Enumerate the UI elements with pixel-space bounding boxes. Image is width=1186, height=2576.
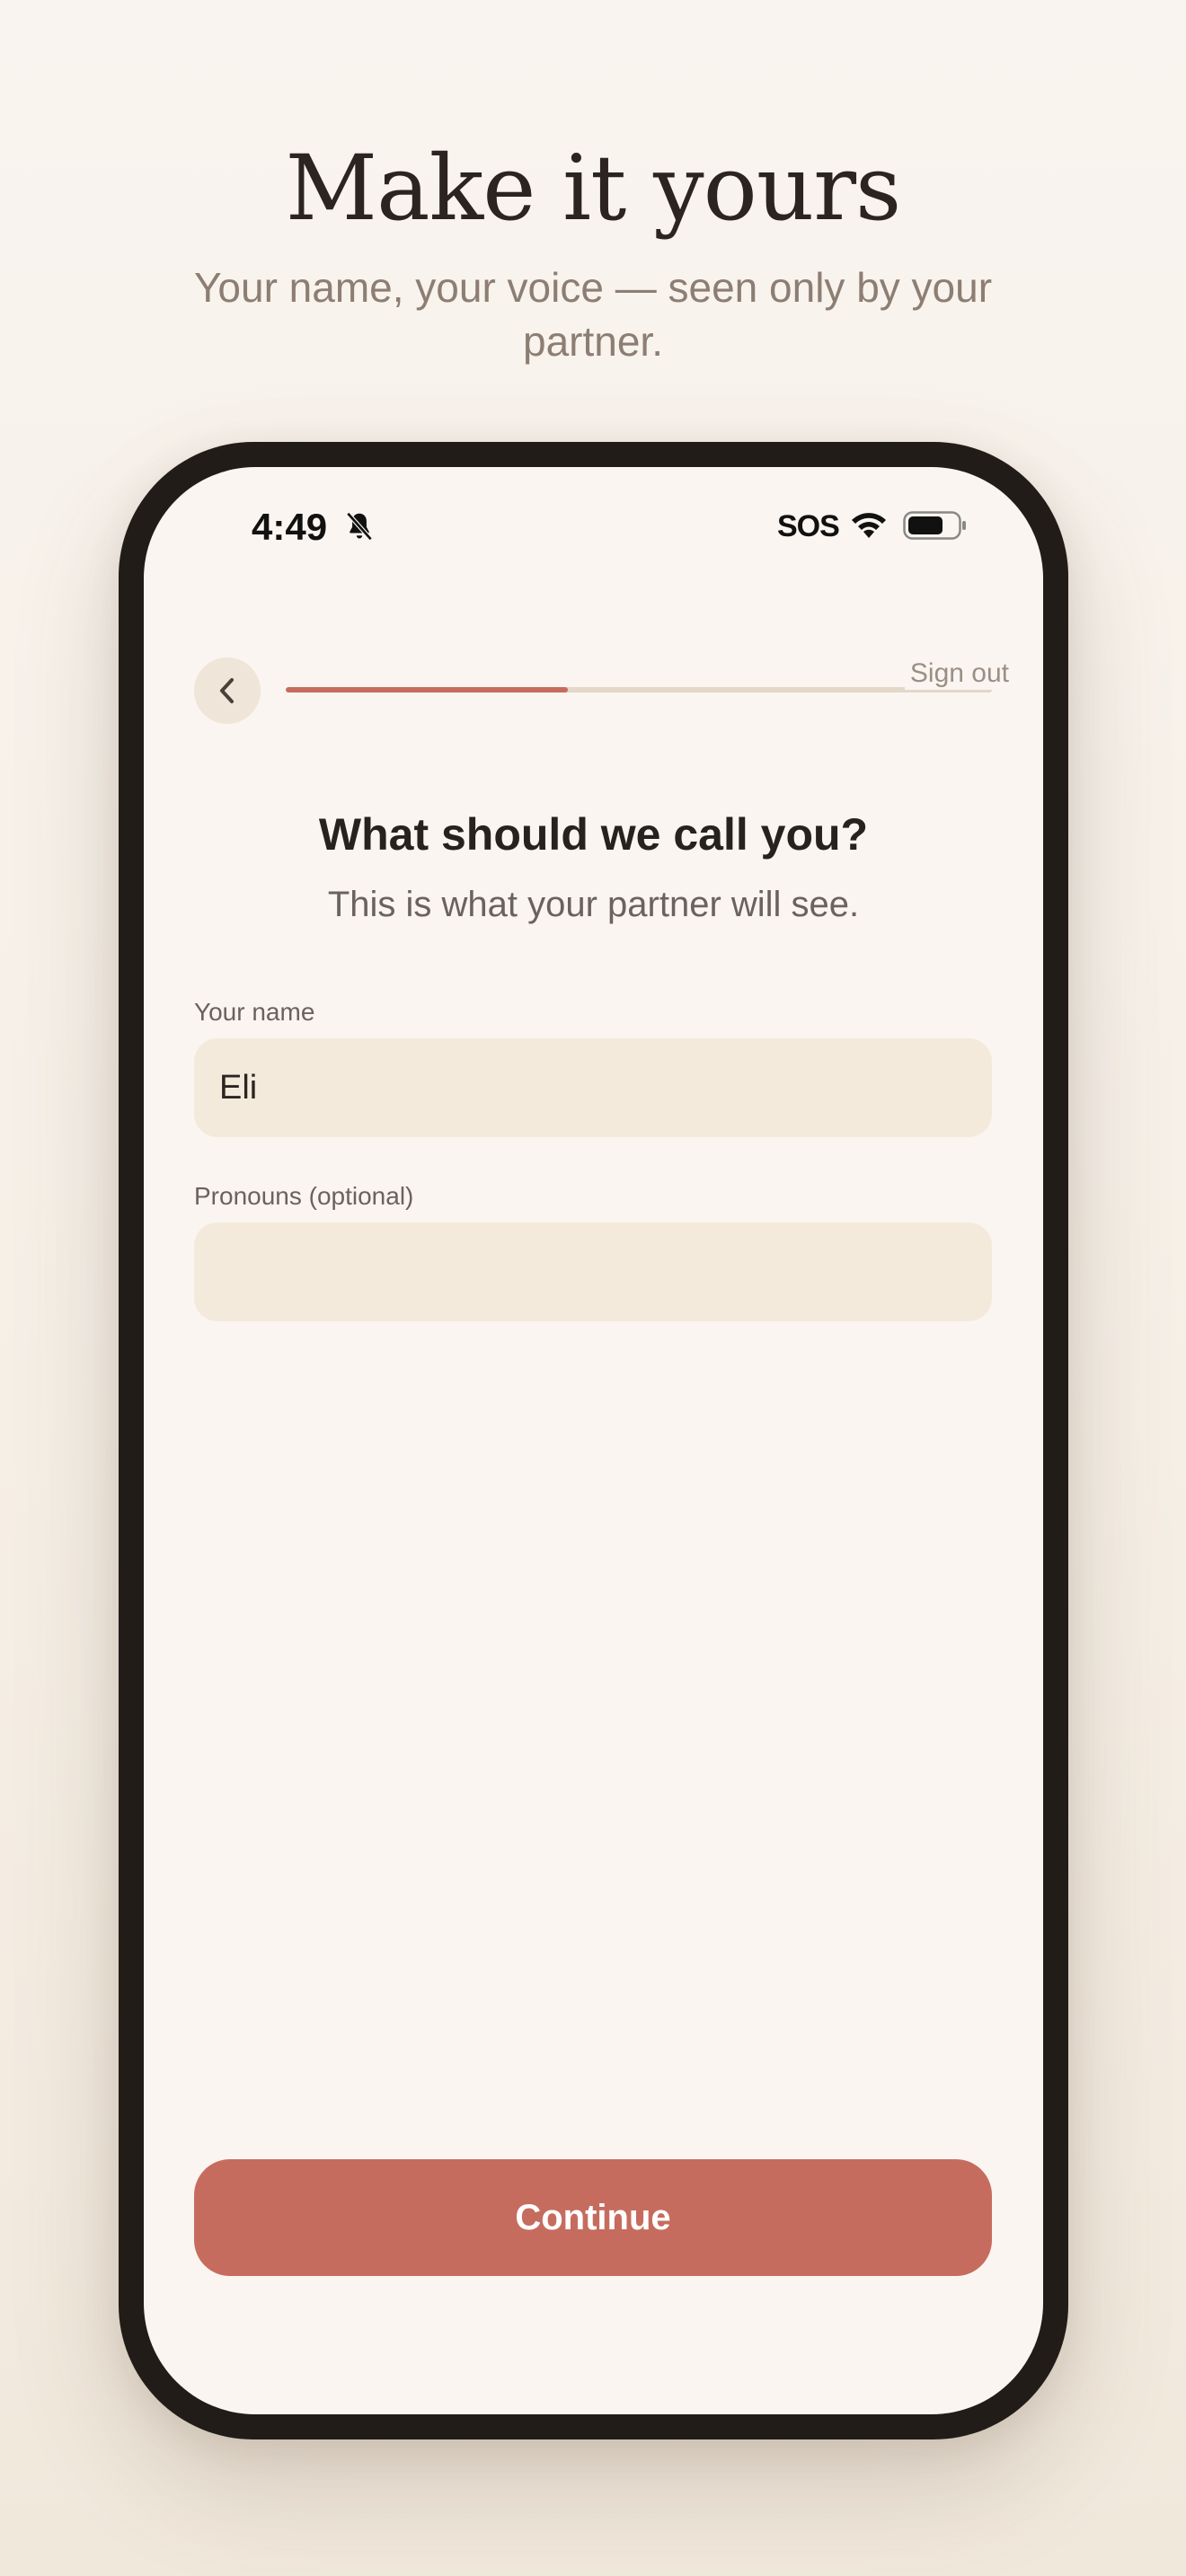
name-field-label: Your name xyxy=(194,998,315,1026)
pronouns-field-label: Pronouns (optional) xyxy=(194,1182,414,1210)
back-button[interactable] xyxy=(194,657,261,724)
hero-subtitle: Your name, your voice — seen only by you… xyxy=(193,264,993,365)
status-time: 4:49 xyxy=(252,506,328,548)
progress-fill xyxy=(286,687,569,693)
chevron-left-icon xyxy=(220,678,234,703)
screen-title: What should we call you? xyxy=(318,809,869,860)
wifi-icon xyxy=(852,513,886,538)
bell-off-icon xyxy=(346,512,373,541)
screen-subtitle: This is what your partner will see. xyxy=(327,885,860,924)
name-input[interactable] xyxy=(194,1038,992,1137)
phone-frame: 4:49 SOS Sign out What should we call yo… xyxy=(119,442,1068,2439)
sign-out-link[interactable]: Sign out xyxy=(904,657,1009,690)
pronouns-input[interactable] xyxy=(194,1222,992,1321)
progress-bar xyxy=(286,687,992,693)
sos-indicator: SOS xyxy=(777,509,840,543)
continue-button[interactable]: Continue xyxy=(194,2159,992,2276)
battery-icon xyxy=(903,511,966,540)
phone-screen: 4:49 SOS Sign out What should we call yo… xyxy=(144,467,1043,2414)
hero-title: Make it yours xyxy=(285,136,902,241)
